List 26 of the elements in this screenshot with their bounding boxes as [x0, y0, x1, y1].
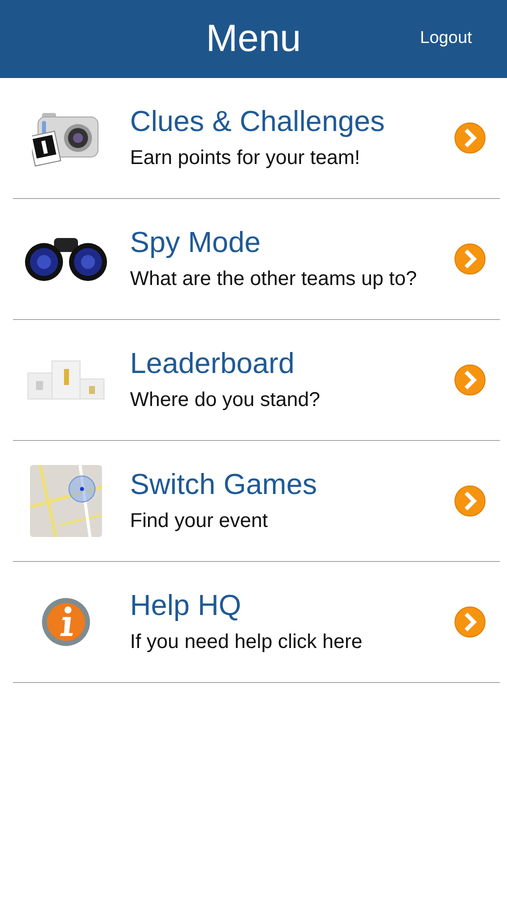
- logout-link[interactable]: Logout: [420, 28, 472, 48]
- item-subtitle: Where do you stand?: [130, 389, 322, 412]
- chevron-right-icon: [454, 485, 486, 517]
- chevron-right-icon: [454, 243, 486, 275]
- item-subtitle: What are the other teams up to?: [130, 268, 418, 291]
- item-subtitle: If you need help click here: [130, 631, 364, 654]
- item-title: Switch Games: [130, 469, 318, 502]
- map-icon: [30, 465, 102, 537]
- item-title: Spy Mode: [130, 227, 262, 260]
- menu-item[interactable]: Switch Games Find your event: [13, 441, 500, 562]
- menu-item[interactable]: Help HQ If you need help click here: [13, 562, 500, 683]
- item-title: Leaderboard: [130, 348, 296, 381]
- chevron-right-icon: [454, 364, 486, 396]
- menu-item[interactable]: Clues & Challenges Earn points for your team!: [13, 78, 500, 199]
- item-subtitle: Find your event: [130, 510, 269, 533]
- binoculars-icon: [24, 236, 108, 282]
- item-title: Help HQ: [130, 590, 242, 623]
- chevron-right-icon: [454, 122, 486, 154]
- menu-item[interactable]: Leaderboard Where do you stand?: [13, 320, 500, 441]
- podium-icon: [26, 359, 106, 401]
- menu-item[interactable]: Spy Mode What are the other teams up to?: [13, 199, 500, 320]
- page-title: Menu: [206, 18, 302, 60]
- chevron-right-icon: [454, 606, 486, 638]
- info-icon: [40, 597, 90, 647]
- item-subtitle: Earn points for your team!: [130, 147, 362, 170]
- item-title: Clues & Challenges: [130, 106, 386, 139]
